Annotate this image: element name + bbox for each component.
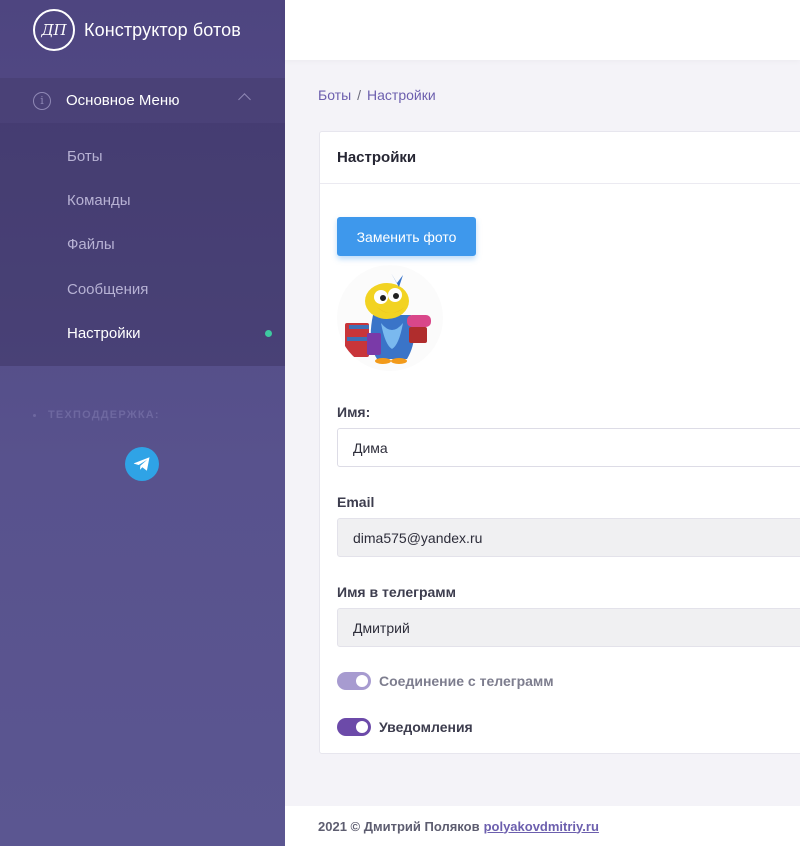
email-label: Email (337, 494, 375, 510)
brand-logo: ДП (33, 9, 75, 51)
support-heading: ТЕХПОДДЕРЖКА: (33, 409, 160, 421)
avatar (337, 265, 443, 371)
notifications-row: Уведомления (337, 718, 473, 736)
footer: 2021 © Дмитрий Поляков polyakovdmitriy.r… (285, 806, 800, 846)
brand-title: Конструктор ботов (84, 19, 241, 40)
notifications-toggle[interactable] (337, 718, 371, 736)
active-indicator-dot (265, 330, 272, 337)
footer-link[interactable]: polyakovdmitriy.ru (484, 819, 599, 834)
sidebar-item-messages[interactable]: Сообщения (67, 281, 148, 298)
main-menu: i Основное Меню (0, 78, 285, 366)
info-icon: i (33, 91, 51, 110)
brand[interactable]: ДП Конструктор ботов (0, 0, 285, 60)
breadcrumb-current[interactable]: Настройки (367, 87, 436, 103)
name-input[interactable] (337, 428, 800, 467)
telegram-connection-toggle[interactable] (337, 672, 371, 690)
telegram-connection-label: Соединение с телеграмм (379, 673, 554, 689)
breadcrumb-link-bots[interactable]: Боты (318, 87, 351, 103)
telegram-icon[interactable] (125, 447, 159, 481)
telegram-connection-row: Соединение с телеграмм (337, 672, 554, 690)
sidebar-item-bots[interactable]: Боты (67, 148, 103, 165)
email-field[interactable] (337, 518, 800, 557)
toggle-knob (356, 675, 368, 687)
chevron-up-icon[interactable] (238, 93, 251, 106)
breadcrumb: Боты / Настройки (318, 87, 436, 103)
telegram-name-field[interactable] (337, 608, 800, 647)
support-label: ТЕХПОДДЕРЖКА: (48, 409, 160, 421)
sidebar: ДП Конструктор ботов i Основное Меню Бот… (0, 0, 285, 846)
sidebar-item-settings[interactable]: Настройки (67, 325, 141, 342)
card-title: Настройки (320, 132, 800, 184)
bullet-icon (33, 413, 36, 417)
avatar-bird-image (345, 273, 431, 364)
settings-card: Настройки Заменить фото Имя: Email Имя в… (319, 131, 800, 754)
sidebar-item-files[interactable]: Файлы (67, 236, 115, 253)
telegram-name-label: Имя в телеграмм (337, 584, 456, 600)
footer-copyright: 2021 © Дмитрий Поляков (318, 818, 480, 834)
top-bar (285, 0, 800, 60)
replace-photo-button[interactable]: Заменить фото (337, 217, 476, 256)
notifications-label: Уведомления (379, 719, 473, 735)
sidebar-item-commands[interactable]: Команды (67, 192, 131, 209)
breadcrumb-separator: / (357, 87, 362, 103)
toggle-knob (356, 721, 368, 733)
main-menu-title: Основное Меню (66, 92, 180, 109)
main-menu-header[interactable]: i Основное Меню (0, 78, 285, 123)
name-label: Имя: (337, 404, 371, 420)
